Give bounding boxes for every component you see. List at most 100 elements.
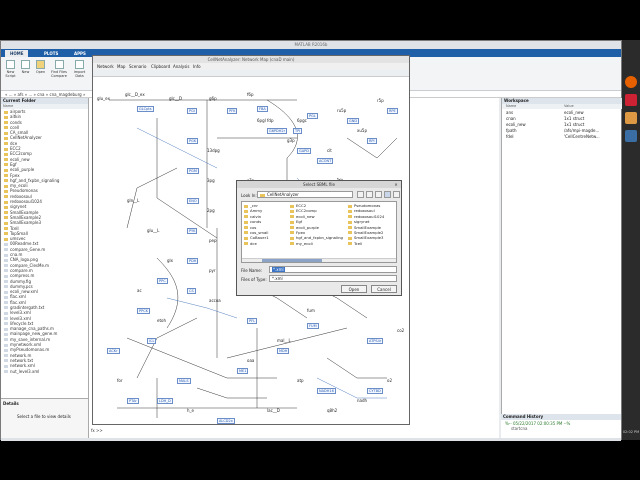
metabolite-node[interactable]: cit <box>327 148 332 153</box>
metabolite-node[interactable]: 13dpg <box>207 148 220 153</box>
metabolite-node[interactable]: lac__D <box>267 408 280 413</box>
list-view-icon[interactable] <box>384 191 391 198</box>
reaction-box[interactable]: PYK <box>187 228 198 234</box>
metabolite-node[interactable]: fum <box>307 308 315 313</box>
metabolite-node[interactable]: gln__L <box>127 198 139 203</box>
cna-menu-item[interactable]: Clipboard <box>151 63 170 70</box>
find-files-button[interactable]: Find Files <box>51 60 67 74</box>
metabolite-node[interactable]: 6pgc <box>297 118 307 123</box>
reaction-box[interactable]: RPI <box>367 138 377 144</box>
reaction-box[interactable]: TPI <box>293 128 303 134</box>
cna-menu-item[interactable]: Analysis <box>173 63 189 70</box>
compare-button[interactable]: Compare <box>51 74 67 78</box>
cna-menu-item[interactable]: Network <box>97 63 114 70</box>
reaction-box[interactable]: LDH_D <box>157 398 173 404</box>
reaction-box[interactable]: ACKr <box>107 348 120 354</box>
reaction-box[interactable]: GLCpts <box>137 106 154 112</box>
metabolite-node[interactable]: glu__L <box>147 228 159 233</box>
mail-icon[interactable] <box>625 130 637 142</box>
reaction-box[interactable]: ME1 <box>237 368 249 374</box>
new-script-button[interactable]: New Script <box>4 60 17 78</box>
reaction-box[interactable]: PTAr <box>127 398 139 404</box>
metabolite-node[interactable]: xu5p <box>357 128 367 133</box>
home-icon[interactable] <box>366 191 373 198</box>
reaction-box[interactable]: GAPD <box>297 148 311 154</box>
reaction-box[interactable]: RPE <box>387 108 398 114</box>
metabolite-node[interactable]: oaa <box>247 358 254 363</box>
reaction-box[interactable]: PPCK <box>137 308 150 314</box>
metabolite-node[interactable]: o2 <box>387 378 392 383</box>
metabolite-node[interactable]: pyr <box>209 268 216 273</box>
reaction-box[interactable]: NADH16 <box>317 388 336 394</box>
matlab-icon[interactable] <box>625 112 637 124</box>
metabolite-node[interactable]: glc__D <box>169 96 182 101</box>
ws-col-value[interactable]: Value <box>564 104 574 109</box>
reaction-box[interactable]: PFL <box>247 318 258 324</box>
reaction-box[interactable]: ACONT <box>317 158 334 164</box>
metabolite-node[interactable]: mal__L <box>277 338 291 343</box>
details-view-icon[interactable] <box>393 191 400 198</box>
reaction-box[interactable]: PFK <box>227 108 238 114</box>
firefox-icon[interactable] <box>625 76 637 88</box>
workspace-row[interactable]: fdel 'CellCentreNetw... <box>502 134 622 140</box>
reaction-box[interactable]: GND <box>347 118 360 124</box>
horizontal-scrollbar[interactable] <box>242 258 396 262</box>
metabolite-node[interactable]: ru5p <box>337 108 346 113</box>
metabolite-node[interactable]: r5p <box>377 98 384 103</box>
history-line[interactable]: startcna <box>505 426 617 431</box>
metabolite-node[interactable]: g3p <box>287 138 295 143</box>
reaction-box[interactable]: MDH <box>277 348 290 354</box>
app-icon[interactable] <box>625 94 637 106</box>
metabolite-node[interactable]: 6pgl <box>257 118 266 123</box>
metabolite-node[interactable]: etoh <box>157 318 166 323</box>
cna-menu-item[interactable]: Scenario <box>129 63 146 70</box>
reaction-box[interactable]: ALCD2x <box>217 418 235 424</box>
file-name-input[interactable]: *.xml <box>269 266 397 273</box>
metabolite-node[interactable]: for <box>117 378 123 383</box>
reaction-box[interactable]: PGL <box>307 113 318 119</box>
metabolite-node[interactable]: co2 <box>397 328 404 333</box>
file-type-select[interactable]: *.xml <box>269 275 397 282</box>
cancel-button[interactable]: Cancel <box>371 285 397 293</box>
metabolite-node[interactable]: h_e <box>187 408 194 413</box>
ws-col-name[interactable]: Name <box>506 104 516 109</box>
reaction-box[interactable]: MALS <box>177 378 191 384</box>
close-icon[interactable]: ✕ <box>393 182 399 187</box>
metabolite-node[interactable]: glu_ex <box>97 96 110 101</box>
tab-home[interactable]: HOME <box>5 50 29 57</box>
new-button[interactable]: New <box>19 60 32 74</box>
metabolite-node[interactable]: glx <box>167 258 173 263</box>
cna-menu-item[interactable]: Map <box>117 63 125 70</box>
reaction-box[interactable]: ENO <box>187 198 199 204</box>
metabolite-node[interactable]: q8h2 <box>327 408 337 413</box>
metabolite-node[interactable]: ac <box>137 288 142 293</box>
new-folder-icon[interactable] <box>375 191 382 198</box>
metabolite-node[interactable]: f6p <box>247 92 254 97</box>
metabolite-node[interactable]: nadh <box>357 398 367 403</box>
dialog-folder-item[interactable]: dce <box>244 241 269 246</box>
reaction-box[interactable]: ICL <box>147 338 157 344</box>
dialog-folder-item[interactable]: my_ecoli <box>290 241 343 246</box>
metabolite-node[interactable]: 3pg <box>207 178 215 183</box>
reaction-box[interactable]: G6PDH2r <box>267 128 288 134</box>
scrollbar-thumb[interactable] <box>262 259 322 262</box>
metabolite-node[interactable]: atp <box>297 378 304 383</box>
reaction-box[interactable]: CYTBD <box>367 388 383 394</box>
file-list[interactable]: _cnr Ammy calvin conds cos cos_small CoBauer1 d… <box>241 201 397 263</box>
dialog-folder-item[interactable]: Tcell <box>348 241 384 246</box>
file-item[interactable]: nut_level3.xml <box>1 369 88 374</box>
cna-menu-item[interactable]: Info <box>193 63 201 70</box>
reaction-box[interactable]: PDH <box>187 258 199 264</box>
reaction-box[interactable]: PGM <box>187 168 199 174</box>
look-in-select[interactable]: CellNetAnalyzer <box>257 191 353 198</box>
open-button[interactable]: Open <box>341 285 367 293</box>
metabolite-node[interactable]: accoa <box>209 298 221 303</box>
metabolite-node[interactable]: pep <box>209 238 217 243</box>
reaction-box[interactable]: PGK <box>187 138 199 144</box>
tab-plots[interactable]: PLOTS <box>39 50 63 57</box>
reaction-box[interactable]: ATPS4r <box>367 338 384 344</box>
open-button[interactable]: Open <box>34 60 47 74</box>
metabolite-node[interactable]: g6p <box>209 96 217 101</box>
command-prompt[interactable]: fx >> <box>91 428 103 433</box>
reaction-box[interactable]: PGI <box>187 108 197 114</box>
